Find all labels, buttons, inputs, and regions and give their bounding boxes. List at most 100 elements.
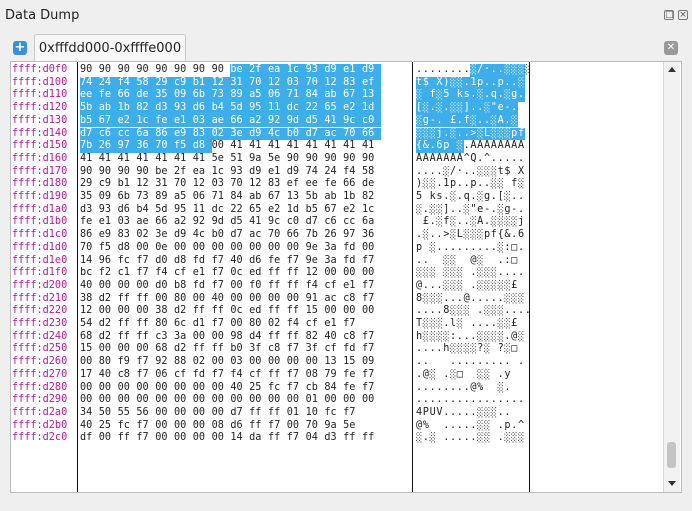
- hex-byte[interactable]: 00: [362, 305, 381, 318]
- hex-byte[interactable]: f4: [287, 318, 306, 331]
- hex-byte[interactable]: 5d: [155, 204, 174, 217]
- hex-byte[interactable]: 11: [193, 204, 212, 217]
- hex-byte[interactable]: 00: [80, 356, 99, 369]
- hex-byte[interactable]: f7: [287, 369, 306, 382]
- hex-byte[interactable]: 00: [212, 382, 231, 395]
- row-hex-bytes[interactable]: 7b 26 97 36 70 f5 d8 00 41 41 41 41 41 41 41 41: [80, 140, 381, 153]
- hex-byte[interactable]: 17: [80, 369, 99, 382]
- hex-byte[interactable]: 84: [230, 191, 249, 204]
- hex-byte[interactable]: 06: [155, 369, 174, 382]
- hex-byte[interactable]: ff: [268, 305, 287, 318]
- row-hex-bytes[interactable]: 5b ab 1b 82 d3 93 d6 b4 5d 95 11 dc 22 65 e2 1d: [80, 102, 381, 115]
- hex-byte[interactable]: d0: [155, 255, 174, 268]
- hex-byte[interactable]: 1c: [136, 114, 156, 128]
- hex-byte[interactable]: df: [80, 432, 99, 445]
- hex-byte[interactable]: d7: [306, 216, 325, 229]
- hex-byte[interactable]: 06: [267, 89, 287, 103]
- row-ascii[interactable]: .. ......... .: [416, 356, 530, 369]
- hex-byte[interactable]: 00: [118, 280, 137, 293]
- row-hex-bytes[interactable]: 86 e9 83 02 3e d9 4c b0 d7 ac 70 66 7b 26 97 36: [80, 229, 381, 242]
- hex-byte[interactable]: ac: [324, 293, 343, 306]
- hex-byte[interactable]: 79: [324, 369, 343, 382]
- hex-byte[interactable]: 70: [343, 127, 362, 141]
- hex-byte[interactable]: 00: [193, 432, 212, 445]
- hex-byte[interactable]: 12: [306, 267, 325, 280]
- row-ascii[interactable]: t$ X)░░.1p..p..░: [416, 76, 530, 90]
- hex-byte[interactable]: 02: [268, 318, 287, 331]
- hex-byte[interactable]: 86: [80, 229, 99, 242]
- hex-byte[interactable]: 67: [98, 114, 118, 128]
- hex-byte[interactable]: c6: [324, 216, 343, 229]
- close-tab-button[interactable]: ✕: [664, 41, 678, 55]
- hex-byte[interactable]: 00: [99, 280, 118, 293]
- row-hex-bytes[interactable]: fe e1 03 ae 66 a2 92 9d d5 41 9c c0 d7 c6 cc 6a: [80, 216, 381, 229]
- hex-byte[interactable]: 25: [249, 382, 268, 395]
- hex-byte[interactable]: 3a: [324, 255, 343, 268]
- hex-byte[interactable]: 12: [324, 76, 344, 90]
- hex-byte[interactable]: 41: [136, 153, 155, 166]
- hex-byte[interactable]: a5: [249, 89, 268, 103]
- hex-byte[interactable]: ac: [249, 229, 268, 242]
- hex-byte[interactable]: 08: [306, 369, 325, 382]
- hex-byte[interactable]: 40: [324, 331, 343, 344]
- hex-byte[interactable]: ef: [361, 76, 381, 90]
- hex-byte[interactable]: 00: [99, 305, 118, 318]
- hex-byte[interactable]: 2f: [174, 166, 193, 179]
- hex-byte[interactable]: 88: [174, 356, 193, 369]
- hex-byte[interactable]: 1d: [361, 102, 381, 115]
- hex-byte[interactable]: d9: [249, 127, 268, 141]
- hex-byte[interactable]: 56: [136, 407, 155, 420]
- hex-byte[interactable]: 71: [286, 89, 306, 103]
- row-ascii[interactable]: ....░/·..░░░t$ X: [416, 166, 530, 179]
- hex-byte[interactable]: c9: [173, 76, 193, 90]
- hex-byte[interactable]: 00: [174, 420, 193, 433]
- hex-byte[interactable]: fd: [343, 255, 362, 268]
- hex-byte[interactable]: d7: [230, 229, 249, 242]
- hex-byte[interactable]: 00: [249, 394, 268, 407]
- hex-byte[interactable]: 1b: [343, 191, 362, 204]
- hex-byte[interactable]: 83: [343, 76, 362, 90]
- hex-byte[interactable]: ea: [267, 64, 287, 77]
- hex-byte[interactable]: f7: [268, 420, 287, 433]
- hex-byte[interactable]: 00: [118, 382, 137, 395]
- hex-byte[interactable]: ac: [324, 127, 344, 141]
- hex-byte[interactable]: d4: [249, 331, 268, 344]
- hex-byte[interactable]: 68: [80, 331, 99, 344]
- row-hex-bytes[interactable]: b5 67 e2 1c fe e1 03 ae 66 a2 92 9d d5 41 9c c0: [80, 114, 381, 128]
- hex-byte[interactable]: ff: [268, 369, 287, 382]
- hex-byte[interactable]: 9d: [286, 114, 306, 128]
- row-hex-bytes[interactable]: 70 f5 d8 00 0e 00 00 00 00 00 00 00 9e 3a fd 00: [80, 242, 381, 255]
- hex-byte[interactable]: 00: [174, 394, 193, 407]
- row-hex-bytes[interactable]: ee fe 66 de 35 09 6b 73 89 a5 06 71 84 ab 67 13: [80, 89, 381, 103]
- hex-byte[interactable]: b5: [80, 114, 99, 128]
- hex-byte[interactable]: f5: [173, 140, 193, 153]
- hex-byte[interactable]: e1: [173, 114, 193, 128]
- hex-byte[interactable]: 12: [249, 178, 268, 191]
- hex-byte[interactable]: ff: [287, 305, 306, 318]
- hex-byte[interactable]: c8: [118, 369, 137, 382]
- hex-byte[interactable]: d3: [155, 102, 174, 115]
- hex-byte[interactable]: 9a: [324, 420, 343, 433]
- hex-byte[interactable]: 00: [212, 394, 231, 407]
- hex-byte[interactable]: fe: [343, 369, 362, 382]
- row-ascii[interactable]: ░.░░]..░"e-.░g-.: [416, 204, 530, 217]
- hex-byte[interactable]: 00: [118, 343, 137, 356]
- hex-byte[interactable]: 00: [193, 394, 212, 407]
- hex-byte[interactable]: b0: [286, 127, 306, 141]
- hex-byte[interactable]: 65: [249, 204, 268, 217]
- hex-byte[interactable]: 73: [211, 89, 231, 103]
- hex-byte[interactable]: 00: [99, 432, 118, 445]
- hex-byte[interactable]: da: [249, 432, 268, 445]
- row-ascii[interactable]: ....8░░░ .░░░....: [416, 305, 530, 318]
- hex-byte[interactable]: dc: [212, 204, 231, 217]
- hex-byte[interactable]: f7: [343, 407, 362, 420]
- hex-byte[interactable]: cc: [117, 127, 137, 141]
- row-hex-bytes[interactable]: bc f2 c1 f7 f4 cf e1 f7 0c ed ff ff 12 00 00 00: [80, 267, 381, 280]
- hex-byte[interactable]: 40: [230, 382, 249, 395]
- hex-byte[interactable]: 70: [306, 420, 325, 433]
- hex-byte[interactable]: 41: [324, 114, 344, 128]
- hex-byte[interactable]: 97: [343, 229, 362, 242]
- hex-byte[interactable]: 93: [305, 64, 325, 77]
- hex-byte[interactable]: 15: [306, 305, 325, 318]
- hex-byte[interactable]: 13: [287, 191, 306, 204]
